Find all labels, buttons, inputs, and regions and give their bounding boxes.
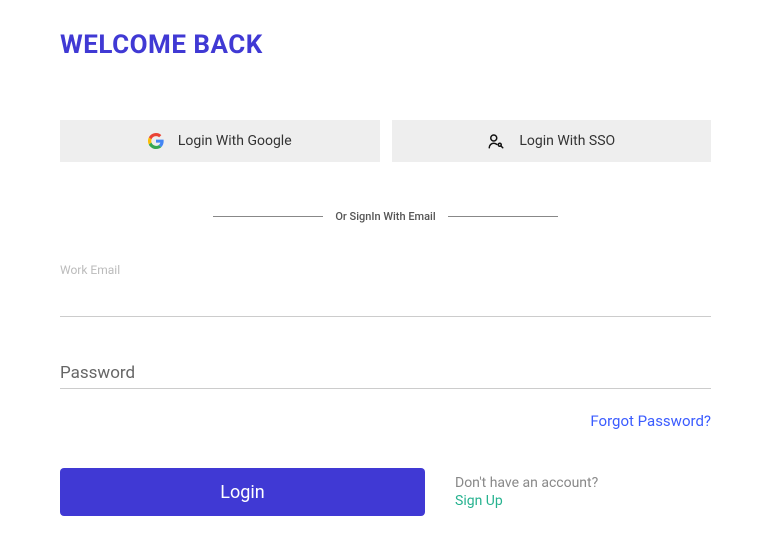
password-field-group [60,357,711,389]
page-title: WELCOME BACK [60,30,711,60]
login-sso-label: Login With SSO [519,133,615,149]
signup-prompt: Don't have an account? [455,475,598,491]
bottom-row: Login Don't have an account? Sign Up [60,468,711,516]
forgot-row: Forgot Password? [60,411,711,430]
sso-key-icon [487,132,505,150]
email-label: Work Email [60,263,711,277]
signup-link[interactable]: Sign Up [455,493,503,509]
forgot-password-link[interactable]: Forgot Password? [590,412,711,430]
email-field-group: Work Email [60,263,711,317]
login-sso-button[interactable]: Login With SSO [392,120,712,162]
email-input[interactable] [60,285,711,317]
oauth-row: Login With Google Login With SSO [60,120,711,162]
divider-line-left [213,216,323,217]
login-button[interactable]: Login [60,468,425,516]
password-input[interactable] [60,357,711,389]
divider-line-right [448,216,558,217]
divider: Or SignIn With Email [60,210,711,223]
google-icon [148,133,164,149]
divider-text: Or SignIn With Email [323,210,447,223]
login-google-button[interactable]: Login With Google [60,120,380,162]
login-google-label: Login With Google [178,133,292,149]
signup-block: Don't have an account? Sign Up [455,475,598,509]
